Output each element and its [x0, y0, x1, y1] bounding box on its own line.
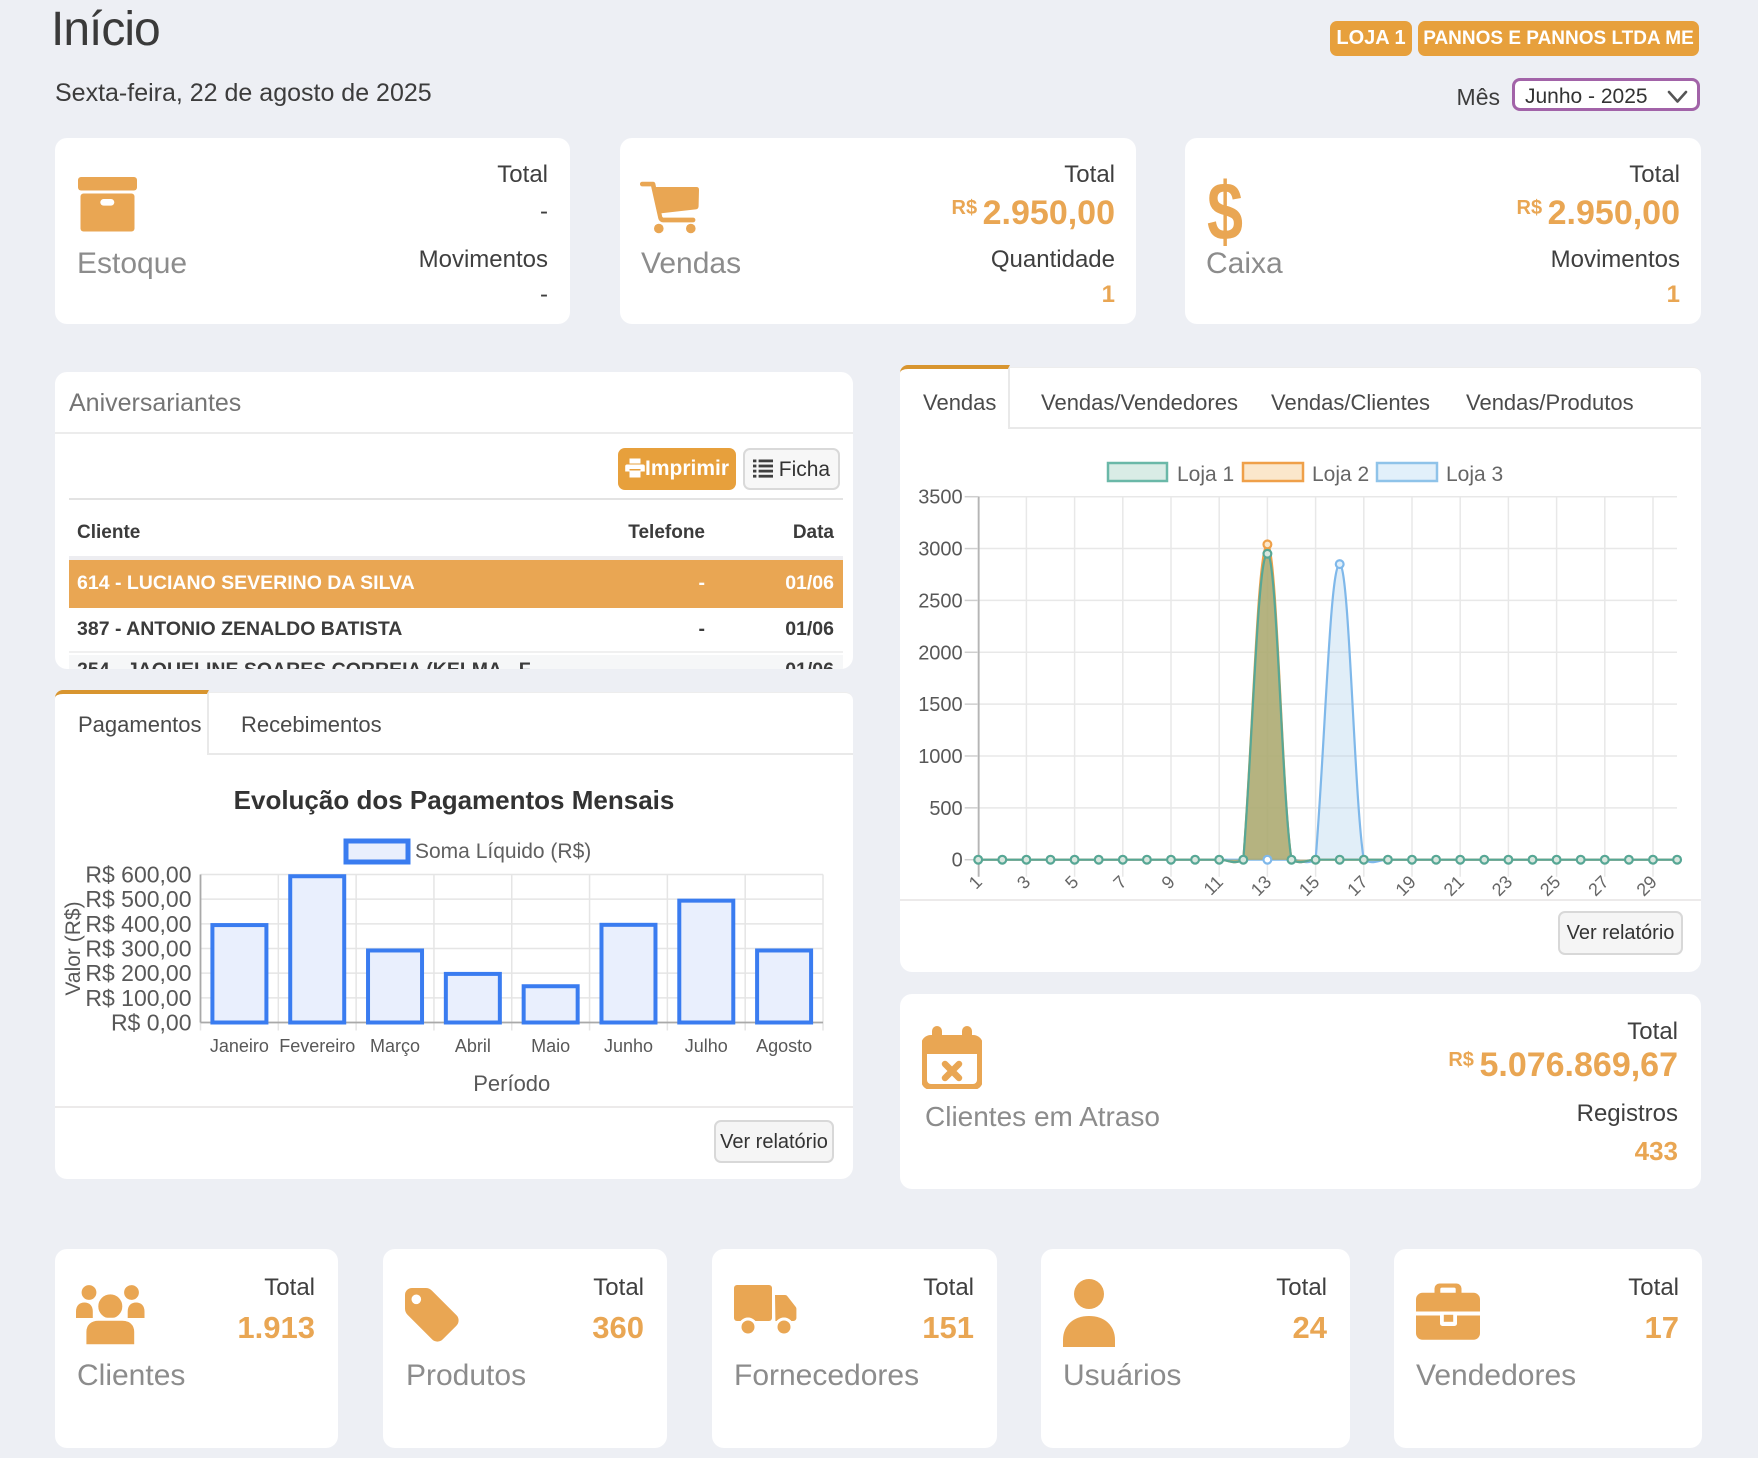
svg-text:1500: 1500	[918, 694, 963, 716]
svg-text:Fevereiro: Fevereiro	[279, 1036, 355, 1056]
svg-text:29: 29	[1633, 872, 1661, 900]
svg-text:1: 1	[965, 872, 986, 893]
svg-text:27: 27	[1584, 872, 1612, 900]
svg-text:Período: Período	[473, 1071, 550, 1096]
svg-text:7: 7	[1109, 872, 1130, 893]
svg-text:2500: 2500	[918, 590, 963, 612]
svg-text:Abril: Abril	[455, 1036, 491, 1056]
svg-text:R$ 400,00: R$ 400,00	[85, 911, 191, 937]
svg-text:Valor (R$): Valor (R$)	[62, 901, 85, 995]
svg-text:Loja 1: Loja 1	[1177, 463, 1234, 486]
svg-text:R$ 600,00: R$ 600,00	[85, 862, 191, 888]
svg-text:13: 13	[1247, 872, 1275, 900]
svg-text:25: 25	[1536, 872, 1564, 900]
svg-text:23: 23	[1488, 872, 1516, 900]
svg-text:R$ 200,00: R$ 200,00	[85, 960, 191, 986]
svg-text:9: 9	[1158, 872, 1179, 893]
svg-text:3500: 3500	[918, 487, 963, 509]
svg-text:21: 21	[1440, 872, 1468, 900]
svg-text:R$ 500,00: R$ 500,00	[85, 886, 191, 912]
svg-text:Evolução dos Pagamentos Mensai: Evolução dos Pagamentos Mensais	[234, 785, 675, 815]
svg-text:11: 11	[1200, 872, 1227, 899]
svg-text:19: 19	[1392, 872, 1420, 900]
svg-text:500: 500	[929, 798, 962, 820]
svg-text:Março: Março	[370, 1036, 420, 1056]
svg-text:0: 0	[952, 850, 963, 872]
svg-text:Loja 3: Loja 3	[1446, 463, 1503, 486]
svg-text:15: 15	[1295, 872, 1323, 900]
svg-text:Loja 2: Loja 2	[1312, 463, 1369, 486]
svg-text:Soma Líquido (R$): Soma Líquido (R$)	[415, 840, 591, 863]
svg-text:R$ 0,00: R$ 0,00	[111, 1010, 192, 1036]
svg-text:Janeiro: Janeiro	[210, 1036, 269, 1056]
svg-text:2000: 2000	[918, 642, 963, 664]
svg-text:1000: 1000	[918, 746, 963, 768]
svg-text:Junho: Junho	[604, 1036, 653, 1056]
svg-text:17: 17	[1343, 872, 1371, 900]
svg-text:Julho: Julho	[685, 1036, 728, 1056]
svg-text:Maio: Maio	[531, 1036, 570, 1056]
svg-text:R$ 100,00: R$ 100,00	[85, 985, 191, 1011]
svg-text:5: 5	[1061, 872, 1082, 893]
svg-text:R$ 300,00: R$ 300,00	[85, 936, 191, 962]
svg-text:3: 3	[1013, 872, 1034, 893]
svg-text:Agosto: Agosto	[756, 1036, 812, 1056]
svg-text:3000: 3000	[918, 539, 963, 561]
